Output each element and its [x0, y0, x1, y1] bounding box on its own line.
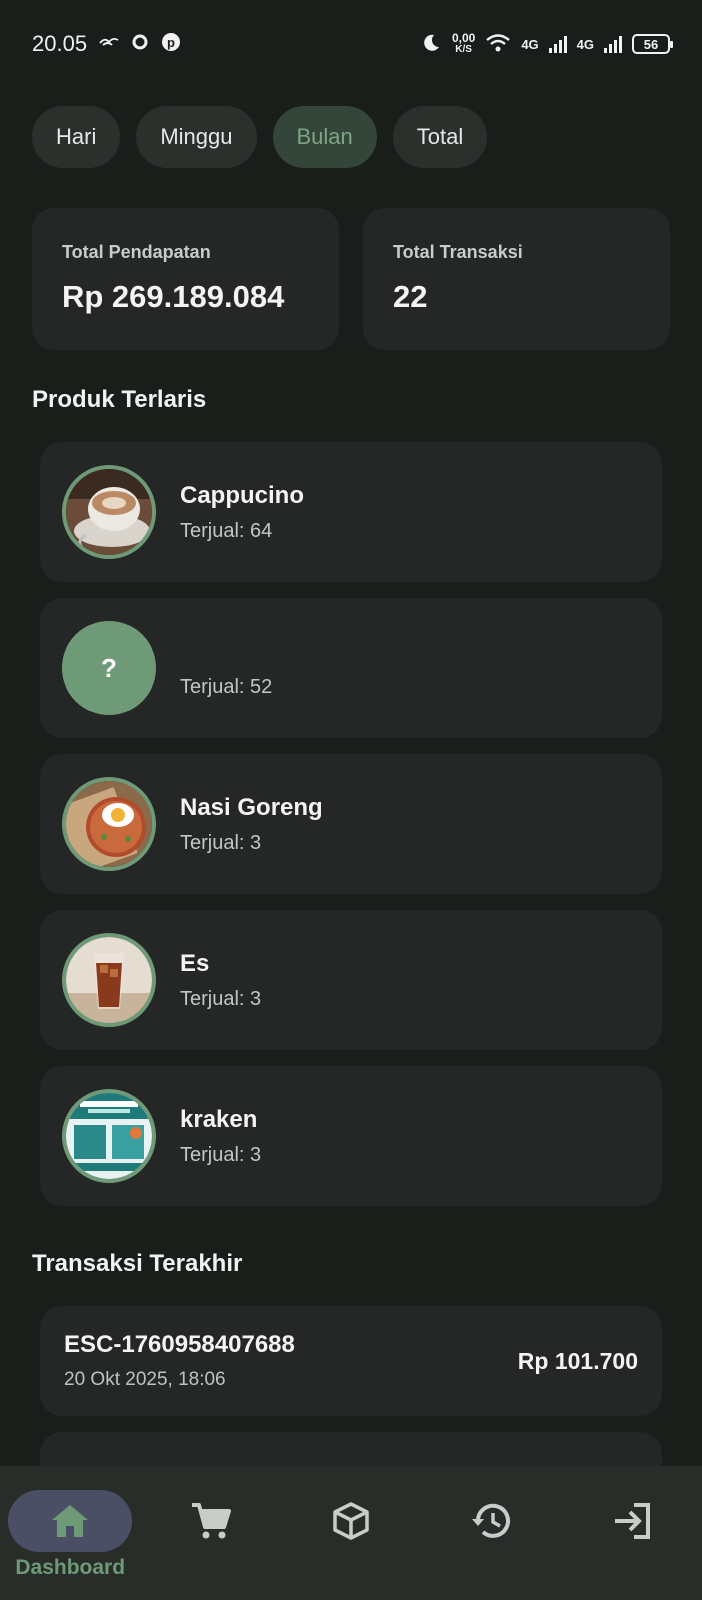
history-icon	[472, 1503, 511, 1538]
filter-chip-month[interactable]: Bulan	[272, 106, 377, 168]
nav-icon-container	[149, 1490, 273, 1552]
product-image-iced-tea	[62, 933, 156, 1027]
moon-icon	[420, 32, 442, 57]
transaction-id: ESC-1760958407688	[64, 1331, 295, 1358]
transaction-info: ESC-1760958407688 20 Okt 2025, 18:06	[64, 1331, 295, 1391]
nav-icon-container	[429, 1490, 553, 1552]
filter-chip-label: Hari	[56, 124, 97, 149]
cart-icon	[191, 1503, 231, 1539]
placeholder-question-icon: ?	[101, 652, 117, 683]
product-card[interactable]: Es Terjual: 3	[40, 910, 662, 1050]
transaction-row[interactable]: ESC-1760958407688 20 Okt 2025, 18:06 Rp …	[40, 1306, 662, 1416]
pinterest-icon: p	[161, 32, 181, 57]
product-image-cappuccino	[62, 465, 156, 559]
filter-chip-label: Bulan	[296, 124, 353, 149]
product-sold-count: Terjual: 52	[180, 675, 273, 698]
nav-icon-container	[289, 1490, 413, 1552]
product-sold-count: Terjual: 3	[180, 987, 262, 1010]
nav-label-dashboard: Dashboard	[15, 1556, 126, 1579]
nav-icon-container	[8, 1490, 133, 1552]
network-type-2: 4G	[576, 36, 594, 52]
box-icon	[333, 1502, 369, 1540]
recent-transactions-title: Transaksi Terakhir	[32, 1250, 243, 1277]
net-speed-value: 0,00	[451, 31, 476, 45]
transactions-card: Total Transaksi 22	[363, 208, 670, 350]
transaction-amount: Rp 101.700	[517, 1347, 638, 1374]
product-sold-count: Terjual: 3	[180, 831, 262, 854]
product-name: kraken	[180, 1105, 258, 1133]
login-icon	[614, 1503, 650, 1539]
product-sold-count: Terjual: 64	[180, 519, 273, 542]
product-image-placeholder: ?	[62, 621, 156, 715]
svg-text:p: p	[167, 35, 175, 50]
product-info: kraken Terjual: 3	[180, 1106, 261, 1167]
status-bar: 20.05 p 0,00 K/S 4G 4G 56	[0, 0, 702, 88]
nav-item-dashboard[interactable]: Dashboard	[8, 1490, 133, 1580]
product-sold-count: Terjual: 3	[180, 1143, 262, 1166]
transactions-value: 22	[393, 279, 428, 314]
revenue-card: Total Pendapatan Rp 269.189.084	[32, 208, 339, 350]
signal-icon-1	[548, 35, 567, 53]
transactions-label: Total Transaksi	[393, 242, 523, 262]
product-card[interactable]: Cappucino Terjual: 64	[40, 442, 662, 582]
nav-item-products[interactable]	[289, 1490, 413, 1552]
filter-chip-week[interactable]: Minggu	[136, 106, 257, 168]
product-name: Es	[180, 949, 210, 977]
period-filter: Hari Minggu Bulan Total	[32, 106, 488, 168]
transaction-date: 20 Okt 2025, 18:06	[64, 1369, 226, 1390]
filter-chip-day[interactable]: Hari	[32, 106, 121, 168]
filter-chip-label: Total	[416, 124, 464, 149]
product-image-poster	[62, 1089, 156, 1183]
net-speed: 0,00 K/S	[452, 32, 475, 56]
filter-chip-total[interactable]: Total	[392, 106, 488, 168]
notification-ring-icon	[131, 33, 149, 56]
filter-chip-label: Minggu	[160, 124, 233, 149]
nav-item-logout[interactable]	[570, 1490, 694, 1552]
product-name: Cappucino	[180, 481, 304, 509]
revenue-value: Rp 269.189.084	[62, 279, 285, 314]
product-image-fried-rice	[62, 777, 156, 871]
notification-bird-icon	[99, 35, 119, 54]
product-info: Nasi Goreng Terjual: 3	[180, 794, 323, 855]
home-icon	[52, 1505, 89, 1537]
product-card[interactable]: ? Terjual: 52	[40, 598, 662, 738]
product-info: Cappucino Terjual: 64	[180, 482, 304, 543]
summary-stats: Total Pendapatan Rp 269.189.084 Total Tr…	[32, 208, 670, 350]
nav-item-cart[interactable]	[149, 1490, 273, 1552]
revenue-label: Total Pendapatan	[62, 242, 211, 262]
battery-icon: 56	[632, 34, 673, 54]
network-type-1: 4G	[521, 36, 539, 52]
product-info: Es Terjual: 3	[180, 950, 261, 1011]
product-card[interactable]: Nasi Goreng Terjual: 3	[40, 754, 662, 894]
best-sellers-title: Produk Terlaris	[32, 386, 207, 413]
nav-icon-container	[570, 1490, 694, 1552]
status-time: 20.05	[32, 31, 88, 56]
best-sellers-list: Cappucino Terjual: 64 ? Terjual: 52 Nasi…	[40, 442, 662, 1222]
bottom-navigation: Dashboard	[0, 1466, 702, 1600]
signal-icon-2	[604, 35, 622, 53]
product-card[interactable]: kraken Terjual: 3	[40, 1066, 662, 1206]
product-name	[180, 638, 272, 668]
status-right: 0,00 K/S 4G 4G 56	[420, 32, 673, 57]
status-left: 20.05 p	[32, 31, 181, 57]
net-speed-unit: K/S	[455, 44, 472, 55]
product-info: Terjual: 52	[180, 638, 272, 699]
wifi-icon	[485, 33, 511, 56]
battery-level: 56	[643, 36, 659, 52]
product-name: Nasi Goreng	[180, 793, 323, 821]
nav-item-history[interactable]	[429, 1490, 553, 1552]
